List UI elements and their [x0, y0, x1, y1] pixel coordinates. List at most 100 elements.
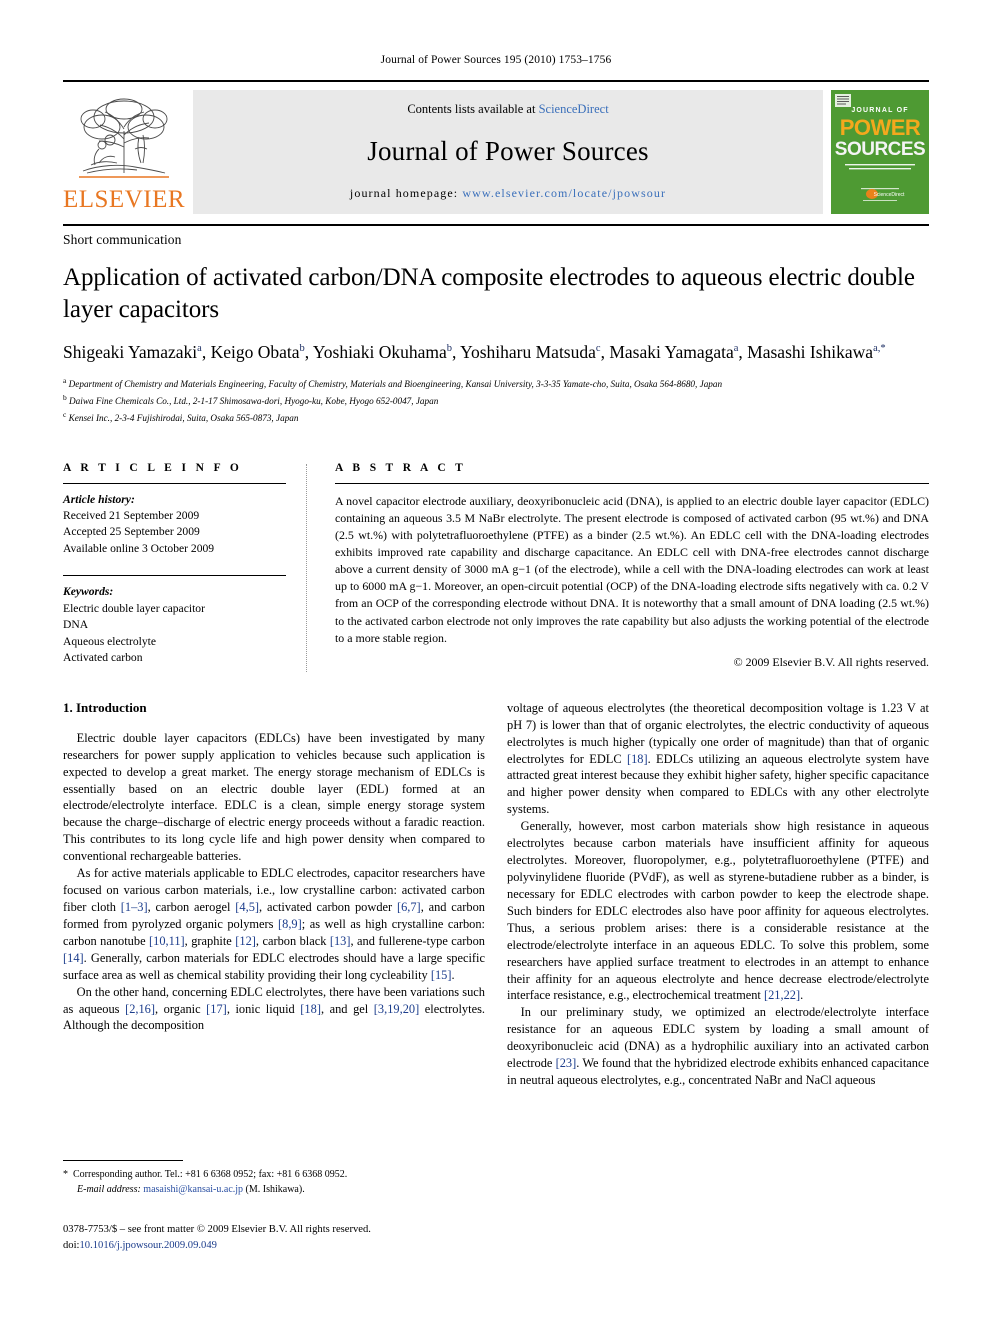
citation-ref[interactable]: [13]	[330, 934, 351, 948]
body-columns: 1. Introduction Electric double layer ca…	[63, 700, 929, 1089]
article-history-label: Article history:	[63, 492, 135, 506]
abstract-text: A novel capacitor electrode auxiliary, d…	[335, 493, 929, 645]
email-owner: (M. Ishikawa).	[245, 1184, 305, 1195]
citation-ref[interactable]: [21,22]	[764, 988, 800, 1002]
article-info-column: A R T I C L E I N F O Article history: R…	[63, 462, 306, 670]
history-item: Available online 3 October 2009	[63, 541, 215, 555]
elsevier-tree-icon	[79, 98, 169, 178]
citation-ref[interactable]: [23]	[556, 1056, 577, 1070]
corresponding-author-footnote: * Corresponding author. Tel.: +81 6 6368 …	[63, 1160, 493, 1197]
keywords-label: Keywords:	[63, 585, 114, 599]
paragraph: Generally, however, most carbon material…	[507, 819, 929, 1003]
journal-masthead: ELSEVIER Contents lists available at Sci…	[63, 80, 929, 214]
paper-page: Journal of Power Sources 195 (2010) 1753…	[0, 0, 992, 1323]
citation-ref[interactable]: [8,9]	[278, 917, 302, 931]
abstract-copyright: © 2009 Elsevier B.V. All rights reserved…	[733, 654, 929, 669]
citation-ref[interactable]: [3,19,20]	[374, 1002, 419, 1016]
affiliation-list: a Department of Chemistry and Materials …	[63, 375, 929, 426]
body-left-column: 1. Introduction Electric double layer ca…	[63, 700, 485, 1089]
svg-text:POWER: POWER	[840, 115, 921, 140]
doi-link[interactable]: 10.1016/j.jpowsour.2009.09.049	[79, 1240, 216, 1251]
affiliation-item: c Kensei Inc., 2-3-4 Fujishirodai, Suita…	[63, 409, 929, 426]
paragraph: In our preliminary study, we optimized a…	[507, 1005, 929, 1088]
author-name: Keigo Obata	[210, 342, 300, 362]
footnote-line-1: * Corresponding author. Tel.: +81 6 6368 …	[63, 1167, 493, 1182]
citation-ref[interactable]: [10,11]	[149, 934, 185, 948]
author-name: Masashi Ishikawa	[747, 342, 874, 362]
article-info-heading: A R T I C L E I N F O	[63, 461, 243, 474]
affiliation-text: Department of Chemistry and Materials En…	[66, 378, 723, 389]
doi-line: doi:10.1016/j.jpowsour.2009.09.049	[63, 1238, 523, 1254]
author-name: Shigeaki Yamazaki	[63, 342, 198, 362]
email-address-label: E-mail address:	[77, 1184, 141, 1195]
svg-text:ScienceDirect: ScienceDirect	[874, 192, 905, 198]
doi-label: doi:	[63, 1239, 80, 1251]
article-history-block: Article history: Received 21 September 2…	[63, 492, 286, 558]
history-item: Received 21 September 2009	[63, 508, 200, 522]
email-link[interactable]: masaishi@kansai-u.ac.jp	[143, 1184, 243, 1195]
author-affiliation-mark: a	[197, 343, 202, 355]
contents-banner: Contents lists available at ScienceDirec…	[193, 90, 823, 214]
abstract-rule	[335, 482, 929, 484]
abstract-heading: A B S T R A C T	[335, 461, 467, 474]
paragraph: Electric double layer capacitors (EDLCs)…	[63, 730, 485, 864]
keyword-item: Activated carbon	[63, 651, 143, 665]
author-name: Masaki Yamagata	[609, 342, 734, 362]
affiliation-item: b Daiwa Fine Chemicals Co., Ltd., 2-1-17…	[63, 392, 929, 409]
svg-text:SOURCES: SOURCES	[835, 139, 925, 160]
masthead-bottom-rule	[63, 224, 929, 226]
sciencedirect-link[interactable]: ScienceDirect	[539, 102, 609, 116]
journal-cover-image: JOURNAL OF POWER SOURCES ScienceDirect	[831, 90, 929, 214]
keywords-rule	[63, 575, 286, 577]
citation-ref[interactable]: [18]	[300, 1002, 321, 1016]
affiliation-item: a Department of Chemistry and Materials …	[63, 375, 929, 392]
info-abstract-region: A R T I C L E I N F O Article history: R…	[63, 461, 929, 673]
author-affiliation-mark: a,*	[873, 343, 886, 355]
citation-ref[interactable]: [6,7]	[397, 900, 421, 914]
history-item: Accepted 25 September 2009	[63, 525, 200, 539]
article-info-rule	[63, 482, 286, 484]
citation-ref[interactable]: [18]	[627, 752, 648, 766]
author-affiliation-mark: c	[595, 343, 601, 355]
citation-ref[interactable]: [15]	[431, 968, 452, 982]
paragraph: voltage of aqueous electrolytes (the the…	[507, 700, 929, 817]
contents-available-line: Contents lists available at ScienceDirec…	[407, 102, 608, 117]
journal-cover-svg: JOURNAL OF POWER SOURCES ScienceDirect	[831, 90, 929, 214]
page-footer: 0378-7753/$ – see front matter © 2009 El…	[63, 1222, 523, 1254]
corresponding-author-text: Corresponding author. Tel.: +81 6 6368 0…	[73, 1169, 348, 1180]
article-type-label: Short communication	[63, 232, 182, 247]
issn-copyright-line: 0378-7753/$ – see front matter © 2009 El…	[63, 1224, 371, 1235]
citation-ref[interactable]: [4,5]	[235, 900, 259, 914]
section-heading-introduction: 1. Introduction	[63, 699, 147, 715]
keyword-item: Aqueous electrolyte	[63, 634, 157, 648]
paragraph: As for active materials applicable to ED…	[63, 866, 486, 982]
keywords-block: Keywords: Electric double layer capacito…	[63, 584, 286, 666]
author-affiliation-mark: b	[446, 343, 452, 355]
journal-homepage-line: journal homepage: www.elsevier.com/locat…	[350, 186, 666, 201]
homepage-label: journal homepage:	[349, 186, 459, 200]
journal-title: Journal of Power Sources	[367, 136, 649, 166]
running-head: Journal of Power Sources 195 (2010) 1753…	[380, 54, 612, 66]
contents-prefix: Contents lists available at	[407, 102, 539, 116]
svg-text:JOURNAL OF: JOURNAL OF	[851, 107, 908, 114]
author-list: Shigeaki Yamazakia, Keigo Obatab, Yoshia…	[63, 342, 886, 362]
author-name: Yoshiharu Matsuda	[460, 342, 596, 362]
paragraph: On the other hand, concerning EDLC elect…	[63, 984, 485, 1033]
homepage-url-link[interactable]: www.elsevier.com/locate/jpowsour	[462, 186, 666, 200]
affiliation-text: Daiwa Fine Chemicals Co., Ltd., 2-1-17 S…	[66, 395, 439, 406]
keyword-item: Electric double layer capacitor	[63, 601, 205, 615]
citation-ref[interactable]: [12]	[235, 934, 256, 948]
citation-ref[interactable]: [2,16]	[125, 1002, 155, 1016]
citation-ref[interactable]: [14]	[63, 951, 84, 965]
page-title: Application of activated carbon/DNA comp…	[63, 264, 915, 323]
author-affiliation-mark: a	[733, 343, 739, 355]
footnote-rule	[63, 1160, 183, 1161]
footnote-asterisk: *	[63, 1169, 68, 1180]
citation-ref[interactable]: [17]	[206, 1002, 227, 1016]
author-name: Yoshiaki Okuhama	[312, 342, 447, 362]
author-affiliation-mark: b	[299, 343, 305, 355]
elsevier-wordmark: ELSEVIER	[62, 186, 186, 213]
keyword-item: DNA	[63, 618, 89, 632]
body-right-column: voltage of aqueous electrolytes (the the…	[507, 700, 929, 1089]
citation-ref[interactable]: [1–3]	[121, 900, 148, 914]
